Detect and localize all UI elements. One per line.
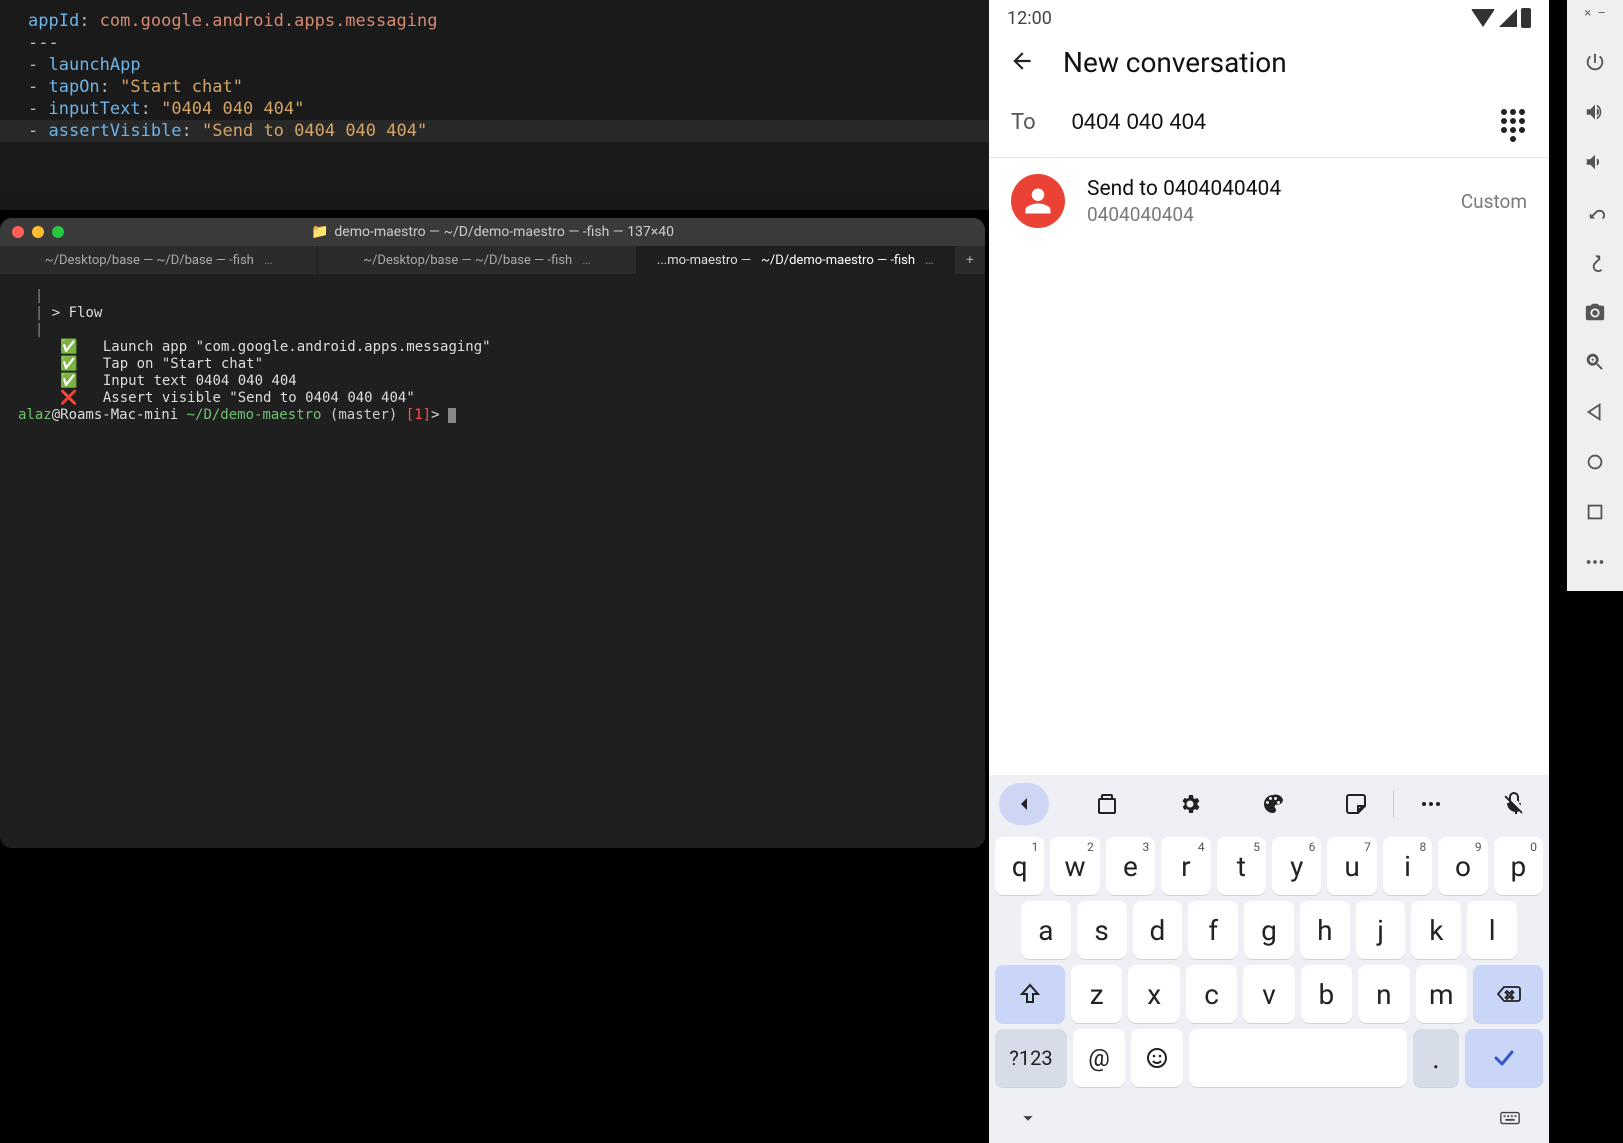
recipient-row: To [989, 97, 1549, 157]
contact-avatar [1011, 174, 1065, 228]
key-?123[interactable]: ?123 [995, 1029, 1067, 1087]
key-y[interactable]: y6 [1272, 837, 1321, 895]
contact-title: Send to 0404040404 [1087, 177, 1439, 201]
terminal-title: 📁 demo-maestro — ~/D/demo-maestro — -fis… [0, 224, 985, 240]
nav-expand-icon[interactable] [1017, 1107, 1039, 1129]
key-fn accent shift[interactable] [995, 965, 1065, 1023]
rotate-right-button[interactable] [1580, 247, 1610, 277]
key-k[interactable]: k [1411, 901, 1461, 959]
key-i[interactable]: i8 [1383, 837, 1432, 895]
terminal-body[interactable]: | | > Flow | ✅ Launch app "com.google.an… [0, 274, 985, 848]
volume-down-button[interactable] [1580, 147, 1610, 177]
recipient-input[interactable] [1072, 109, 1360, 135]
key-l[interactable]: l [1467, 901, 1517, 959]
emu-overview-button[interactable] [1580, 497, 1610, 527]
clipboard-icon[interactable] [1082, 783, 1132, 825]
signal-icon [1499, 9, 1517, 27]
contact-subtitle: 0404040404 [1087, 203, 1439, 226]
key-g[interactable]: g [1244, 901, 1294, 959]
key-z[interactable]: z [1071, 965, 1122, 1023]
key-q[interactable]: q1 [995, 837, 1044, 895]
keyboard-nav [989, 1101, 1549, 1143]
window-close-button[interactable] [12, 226, 24, 238]
key-a[interactable]: a [1021, 901, 1071, 959]
android-emulator: 12:00 New conversation To Send to 04 [989, 0, 1549, 1143]
key-@[interactable]: @ [1073, 1029, 1125, 1087]
terminal-tab[interactable]: ~/Desktop/base — ~/D/base — -fish… [318, 246, 636, 274]
folder-icon: 📁 [311, 224, 328, 240]
key-o[interactable]: o9 [1438, 837, 1487, 895]
key-s[interactable]: s [1077, 901, 1127, 959]
kbd-collapse-button[interactable] [999, 783, 1049, 825]
to-label: To [1011, 110, 1036, 135]
emu-more-button[interactable] [1580, 547, 1610, 577]
dialpad-icon[interactable] [1501, 109, 1527, 135]
more-icon[interactable] [1406, 783, 1456, 825]
key-d[interactable]: d [1133, 901, 1183, 959]
nav-keyboard-icon[interactable] [1499, 1107, 1521, 1129]
terminal-new-tab-button[interactable]: + [955, 246, 985, 274]
theme-icon[interactable] [1248, 783, 1298, 825]
screenshot-button[interactable] [1580, 297, 1610, 327]
keyboard-toolbar [989, 775, 1549, 833]
key-emoji[interactable] [1131, 1029, 1183, 1087]
mic-off-icon[interactable] [1489, 783, 1539, 825]
app-header: New conversation [989, 36, 1549, 97]
key-e[interactable]: e3 [1106, 837, 1155, 895]
volume-up-button[interactable] [1580, 97, 1610, 127]
emulator-toolbar: ×– [1567, 0, 1623, 591]
emu-back-button[interactable] [1580, 397, 1610, 427]
key-v[interactable]: v [1243, 965, 1294, 1023]
key-n[interactable]: n [1358, 965, 1409, 1023]
battery-icon [1521, 8, 1531, 28]
contact-suggestion[interactable]: Send to 0404040404 0404040404 Custom [989, 158, 1549, 244]
key-t[interactable]: t5 [1217, 837, 1266, 895]
settings-icon[interactable] [1165, 783, 1215, 825]
key-f[interactable]: f [1188, 901, 1238, 959]
zoom-button[interactable] [1580, 347, 1610, 377]
key-space[interactable] [1189, 1029, 1407, 1087]
key-u[interactable]: u7 [1327, 837, 1376, 895]
key-h[interactable]: h [1300, 901, 1350, 959]
contact-meta: Custom [1461, 190, 1527, 213]
terminal-tabstrip: ~/Desktop/base — ~/D/base — -fish…~/Desk… [0, 246, 985, 274]
terminal-tab[interactable]: ~/Desktop/base — ~/D/base — -fish… [0, 246, 318, 274]
emulator-window-controls[interactable]: ×– [1584, 6, 1605, 21]
rotate-left-button[interactable] [1580, 197, 1610, 227]
key-x[interactable]: x [1128, 965, 1179, 1023]
key-p[interactable]: p0 [1494, 837, 1543, 895]
key-b[interactable]: b [1301, 965, 1352, 1023]
key-r[interactable]: r4 [1161, 837, 1210, 895]
sticker-icon[interactable] [1331, 783, 1381, 825]
terminal-title-text: demo-maestro — ~/D/demo-maestro — -fish … [334, 224, 674, 240]
key-accent enter[interactable] [1465, 1029, 1543, 1087]
back-button[interactable] [1009, 48, 1035, 78]
screen-title: New conversation [1063, 46, 1287, 79]
key-m[interactable]: m [1416, 965, 1467, 1023]
soft-keyboard: q1w2e3r4t5y6u7i8o9p0 asdfghjkl zxcvbnm ?123… [989, 775, 1549, 1143]
window-zoom-button[interactable] [52, 226, 64, 238]
key-w[interactable]: w2 [1050, 837, 1099, 895]
terminal-window: 📁 demo-maestro — ~/D/demo-maestro — -fis… [0, 218, 985, 848]
wifi-icon [1471, 9, 1495, 27]
key-fn accent bsp[interactable] [1473, 965, 1543, 1023]
terminal-tab[interactable]: ...mo-maestro — ~/D/demo-maestro — -fish… [637, 246, 955, 274]
emu-home-button[interactable] [1580, 447, 1610, 477]
key-c[interactable]: c [1186, 965, 1237, 1023]
status-time: 12:00 [1007, 8, 1052, 29]
key-j[interactable]: j [1356, 901, 1406, 959]
status-bar: 12:00 [989, 0, 1549, 36]
window-minimize-button[interactable] [32, 226, 44, 238]
key-.[interactable]: . [1413, 1029, 1459, 1087]
power-button[interactable] [1580, 47, 1610, 77]
terminal-titlebar[interactable]: 📁 demo-maestro — ~/D/demo-maestro — -fis… [0, 218, 985, 246]
code-editor[interactable]: appId: com.google.android.apps.messaging… [0, 0, 990, 210]
